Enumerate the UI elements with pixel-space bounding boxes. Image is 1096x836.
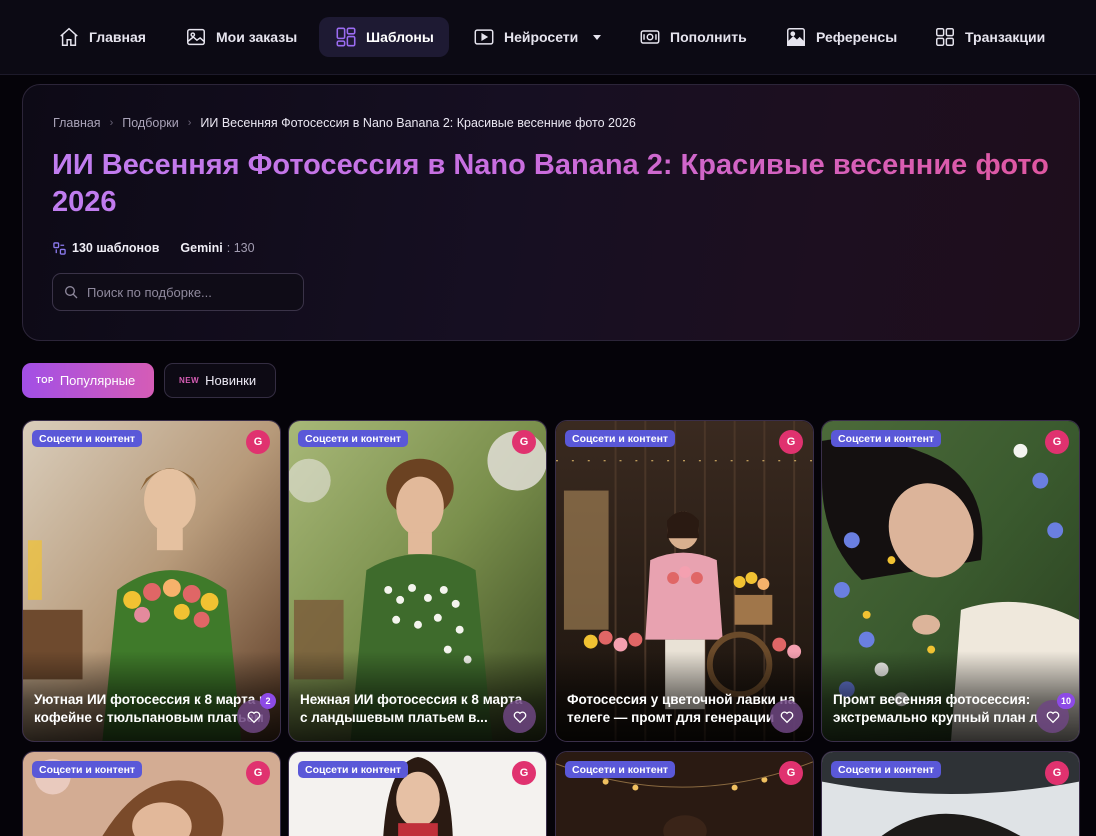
tab-new[interactable]: NEW Новинки: [164, 363, 276, 398]
picture-icon: [787, 28, 805, 46]
card-title-line-2: с ландышевым платьем в...: [300, 710, 488, 725]
collection-stats: 130 шаблонов Gemini : 130: [53, 241, 255, 255]
template-card[interactable]: Соцсети и контент G: [288, 751, 547, 836]
like-button[interactable]: [770, 700, 803, 733]
category-badge: Соцсети и контент: [565, 430, 676, 447]
top-tag: TOP: [36, 376, 54, 385]
heart-icon: [1046, 710, 1059, 723]
model-count: : 130: [226, 241, 255, 255]
breadcrumb-collections-link[interactable]: Подборки: [122, 116, 178, 130]
category-badge: Соцсети и контент: [32, 761, 143, 778]
model-name: Gemini: [180, 241, 223, 255]
category-badge: Соцсети и контент: [298, 761, 409, 778]
nav-item-references[interactable]: Референсы: [773, 17, 909, 57]
grid-icon: [936, 28, 954, 46]
nav-item-top-up[interactable]: Пополнить: [627, 17, 759, 57]
card-title: Уютная ИИ фотосессия к 8 марта в кофейне…: [34, 691, 270, 727]
nav-item-my-orders[interactable]: Мои заказы: [173, 17, 309, 57]
nav-label-neural-networks: Нейросети: [504, 29, 579, 45]
templates-icon: [336, 27, 356, 47]
nav-label-references: Референсы: [816, 29, 898, 45]
gemini-model-badge: G: [246, 430, 270, 454]
card-title: Фотосессия у цветочной лавки на телеге —…: [567, 691, 803, 727]
like-count: 10: [1056, 693, 1075, 709]
gemini-model-badge: G: [1045, 430, 1069, 454]
card-title-line-2: экстремально крупный план л: [833, 710, 1039, 725]
top-navigation: Главная Мои заказы Шаблоны Нейросети Поп…: [0, 0, 1096, 75]
search-icon: [65, 286, 78, 299]
templates-count: 130 шаблонов: [72, 241, 160, 255]
card-title-line-1: Уютная ИИ фотосессия к 8 марта в: [34, 692, 268, 707]
heart-icon: [247, 710, 260, 723]
wallet-icon: [640, 30, 660, 44]
tab-popular-label: Популярные: [59, 373, 136, 388]
heart-icon: [780, 710, 793, 723]
tab-new-label: Новинки: [205, 373, 257, 388]
nav-item-templates[interactable]: Шаблоны: [319, 17, 449, 57]
breadcrumb-home-link[interactable]: Главная: [53, 116, 101, 130]
template-card[interactable]: Соцсети и контент G Фотосессия у цветочн…: [555, 420, 814, 742]
gemini-model-badge: G: [246, 761, 270, 785]
card-title-line-1: Нежная ИИ фотосессия к 8 марта: [300, 692, 523, 707]
chevron-down-icon: [593, 34, 602, 40]
category-badge: Соцсети и контент: [831, 761, 942, 778]
new-tag: NEW: [179, 376, 200, 385]
page-title-line-1: ИИ Весенняя Фотосессия в Nano Banana 2: …: [52, 149, 1049, 181]
category-badge: Соцсети и контент: [298, 430, 409, 447]
nav-item-neural-networks[interactable]: Нейросети: [461, 17, 613, 57]
collection-search[interactable]: [52, 273, 304, 311]
breadcrumb-current: ИИ Весенняя Фотосессия в Nano Banana 2: …: [200, 116, 636, 130]
card-title-line-1: Фотосессия у цветочной лавки на: [567, 692, 796, 707]
gemini-model-badge: G: [1045, 761, 1069, 785]
nav-item-home[interactable]: Главная: [46, 17, 158, 57]
nav-label-my-orders: Мои заказы: [216, 29, 298, 45]
card-title-line-1: Промт весенняя фотосессия:: [833, 692, 1031, 707]
breadcrumb: Главная › Подборки › ИИ Весенняя Фотосес…: [53, 116, 636, 130]
category-badge: Соцсети и контент: [565, 761, 676, 778]
template-card[interactable]: Соцсети и контент G Промт весенняя фотос…: [821, 420, 1080, 742]
play-icon: [474, 29, 494, 45]
image-icon: [187, 28, 205, 46]
like-count: 2: [260, 693, 276, 709]
gemini-model-badge: G: [512, 430, 536, 454]
template-card[interactable]: Соцсети и контент G Нежная ИИ фотосессия…: [288, 420, 547, 742]
search-input[interactable]: [87, 284, 287, 300]
nav-label-top-up: Пополнить: [670, 29, 747, 45]
nav-label-transactions: Транзакции: [965, 29, 1046, 45]
nav-label-home: Главная: [89, 29, 146, 45]
category-badge: Соцсети и контент: [32, 430, 143, 447]
card-title-line-2: кофейне с тюльпановым платьем: [34, 710, 264, 725]
card-title: Промт весенняя фотосессия: экстремально …: [833, 691, 1069, 727]
templates-count-icon: [53, 241, 66, 255]
tab-popular[interactable]: TOP Популярные: [22, 363, 154, 398]
category-badge: Соцсети и контент: [831, 430, 942, 447]
page-title-line-2: 2026: [52, 186, 117, 218]
nav-item-transactions[interactable]: Транзакции: [922, 17, 1057, 57]
card-title: Нежная ИИ фотосессия к 8 марта с ландыше…: [300, 691, 536, 727]
heart-icon: [513, 710, 526, 723]
gemini-model-badge: G: [779, 761, 803, 785]
home-icon: [60, 27, 78, 46]
gemini-model-badge: G: [779, 430, 803, 454]
page-title: ИИ Весенняя Фотосессия в Nano Banana 2: …: [52, 147, 1062, 221]
template-card[interactable]: Соцсети и контент G: [22, 751, 281, 836]
template-card[interactable]: Соцсети и контент G Уютная ИИ фотосессия…: [22, 420, 281, 742]
breadcrumb-separator-icon: ›: [187, 117, 192, 129]
gemini-model-badge: G: [512, 761, 536, 785]
template-card[interactable]: Соцсети и контент G: [555, 751, 814, 836]
nav-label-templates: Шаблоны: [366, 29, 434, 45]
template-card[interactable]: Соцсети и контент G: [821, 751, 1080, 836]
collection-header: Главная › Подборки › ИИ Весенняя Фотосес…: [22, 84, 1080, 341]
like-button[interactable]: [503, 700, 536, 733]
card-title-line-2: телеге — промт для генерации: [567, 710, 775, 725]
breadcrumb-separator-icon: ›: [109, 117, 114, 129]
